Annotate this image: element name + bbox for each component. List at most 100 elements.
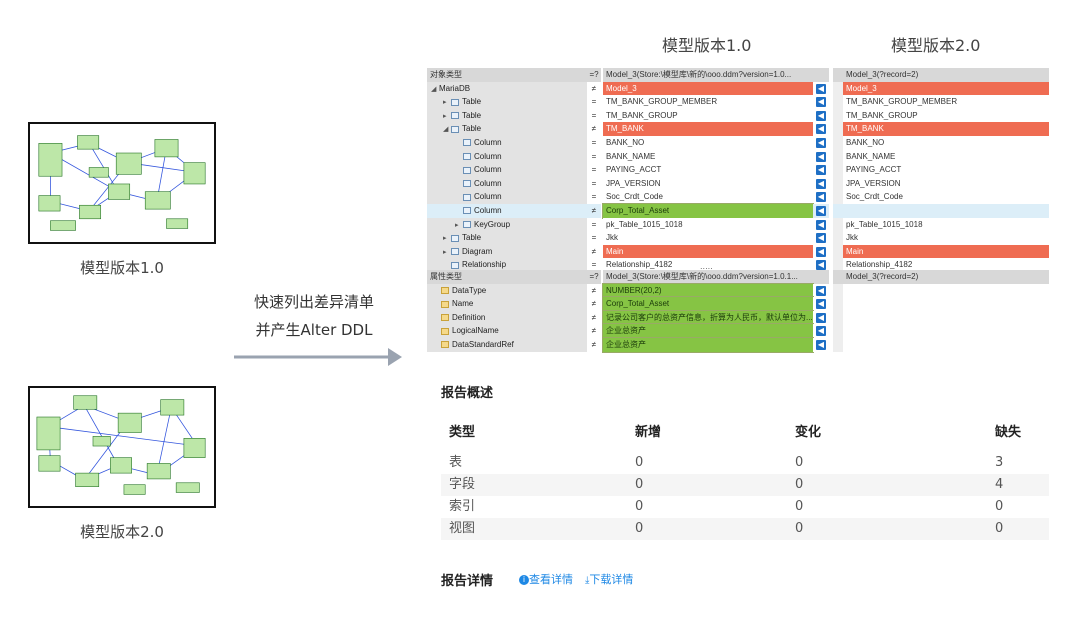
expand-toggle-icon[interactable]: ▸ xyxy=(443,246,451,259)
attribute-row[interactable]: Name ≠ Corp_Total_Asset ◀ xyxy=(427,296,1049,312)
tree-row[interactable]: Column = PAYING_ACCT ◀ PAYING_ACCT xyxy=(427,163,1049,177)
header-type: 对象类型 xyxy=(427,68,587,82)
node-label: Column xyxy=(474,178,502,188)
tree-row[interactable]: ▸ KeyGroup = pk_Table_1015_1018 ◀ pk_Table_10… xyxy=(427,217,1049,232)
header-arrow-col xyxy=(813,68,829,82)
expand-toggle-icon[interactable]: ◢ xyxy=(443,123,451,136)
tree-node[interactable]: ▸ Table xyxy=(427,231,587,245)
attribute-name: Definition xyxy=(427,310,587,325)
property-icon xyxy=(441,327,449,335)
tree-node[interactable]: Column xyxy=(427,136,587,150)
cell-changed: 0 xyxy=(795,499,804,514)
attribute-compare-grid[interactable]: 属性类型 =? Model_3(Store:\模型库\新的\ooo.ddm?vers… xyxy=(427,270,1049,358)
merge-arrow-button[interactable]: ◀ xyxy=(813,310,829,325)
node-label: MariaDB xyxy=(439,83,471,93)
merge-arrow-button[interactable]: ◀ xyxy=(813,283,829,298)
tree-row[interactable]: Column = BANK_NO ◀ BANK_NO xyxy=(427,136,1049,150)
tree-node[interactable]: Column xyxy=(427,163,587,177)
compare-op: = xyxy=(587,149,601,164)
merge-arrow-button[interactable]: ◀ xyxy=(813,297,829,311)
tree-row[interactable]: Column = BANK_NAME ◀ BANK_NAME xyxy=(427,149,1049,164)
attribute-name: DataStandardRef xyxy=(427,338,587,352)
right-value xyxy=(843,338,1049,352)
tree-row[interactable]: ▸ Diagram ≠ Main ◀ Main xyxy=(427,244,1049,259)
report-row-view: 视图 0 0 0 xyxy=(441,518,1049,540)
row-spacer xyxy=(833,163,843,177)
compare-op: ≠ xyxy=(587,244,601,259)
tree-node[interactable]: Column xyxy=(427,176,587,191)
arrow-left-icon: ◀ xyxy=(816,312,826,323)
relationship-icon xyxy=(451,261,459,269)
expand-toggle-icon[interactable]: ▸ xyxy=(443,232,451,245)
flow-arrow-icon xyxy=(234,348,402,366)
left-value: NUMBER(20,2) xyxy=(602,282,814,299)
merge-arrow-button[interactable]: ◀ xyxy=(813,108,829,123)
merge-arrow-button[interactable]: ◀ xyxy=(813,176,829,191)
model-v1-caption: 模型版本1.0 xyxy=(80,259,164,277)
tree-node[interactable]: ▸ Diagram xyxy=(427,244,587,259)
tree-row[interactable]: ◢ MariaDB ≠ Model_3 ◀ Model_3 xyxy=(427,81,1049,96)
report-header-row: 类型 新增 变化 缺失 xyxy=(441,422,1049,444)
column-icon xyxy=(463,193,471,201)
tree-node[interactable]: ◢ MariaDB xyxy=(427,81,587,96)
diagram-icon xyxy=(451,248,459,256)
model-v1-thumbnail xyxy=(28,122,216,244)
compare-op: = xyxy=(587,176,601,191)
expand-toggle-icon[interactable]: ▸ xyxy=(455,219,463,232)
left-value: PAYING_ACCT xyxy=(603,163,813,177)
expand-toggle-icon[interactable]: ▸ xyxy=(443,96,451,109)
tree-node[interactable]: ◢ Table xyxy=(427,122,587,136)
cell-added: 0 xyxy=(635,455,644,470)
view-detail-link[interactable]: i 查看详情 xyxy=(519,571,573,587)
row-spacer xyxy=(833,149,843,164)
compare-op: ≠ xyxy=(587,297,601,311)
tree-node[interactable]: Column xyxy=(427,149,587,164)
compare-op: = xyxy=(587,231,601,245)
left-value: Jkk xyxy=(603,231,813,245)
arrow-left-icon: ◀ xyxy=(816,260,826,271)
merge-arrow-button[interactable]: ◀ xyxy=(813,136,829,150)
merge-arrow-button[interactable]: ◀ xyxy=(813,204,829,218)
merge-arrow-button[interactable]: ◀ xyxy=(813,324,829,338)
tree-row[interactable]: ▸ Table = TM_BANK_GROUP ◀ TM_BANK_GROUP xyxy=(427,108,1049,123)
tree-node[interactable]: ▸ Table xyxy=(427,95,587,109)
merge-arrow-button[interactable]: ◀ xyxy=(813,149,829,164)
keygroup-icon xyxy=(463,220,471,228)
merge-arrow-button[interactable]: ◀ xyxy=(813,122,829,136)
attribute-row[interactable]: Definition ≠ 记录公司客户的总资产信息，折算为人民币，默认单位为... ◀ xyxy=(427,309,1049,326)
tree-row[interactable]: Column ≠ Corp_Total_Asset ◀ xyxy=(427,203,1049,219)
tree-node[interactable]: ▸ Table xyxy=(427,108,587,123)
right-value: TM_BANK_GROUP xyxy=(843,108,1049,123)
compare-op: = xyxy=(587,190,601,204)
tree-row[interactable]: Column = Soc_Crdt_Code ◀ Soc_Crdt_Code xyxy=(427,190,1049,204)
tree-node[interactable]: ▸ KeyGroup xyxy=(427,217,587,232)
merge-arrow-button[interactable]: ◀ xyxy=(813,95,829,109)
compare-op: = xyxy=(587,136,601,150)
attribute-label: DataType xyxy=(452,285,487,295)
cell-added: 0 xyxy=(635,521,644,536)
download-detail-link[interactable]: ⤓下载详情 xyxy=(585,571,633,587)
tree-row[interactable]: ▸ Table = Jkk ◀ Jkk xyxy=(427,231,1049,245)
expand-toggle-icon[interactable]: ◢ xyxy=(431,83,439,96)
left-value: Soc_Crdt_Code xyxy=(603,190,813,204)
attribute-row[interactable]: DataStandardRef ≠ 企业总资产 ◀ xyxy=(427,337,1049,353)
object-compare-grid[interactable]: 对象类型 =? Model_3(Store:\模型库\新的\ooo.ddm?vers… xyxy=(427,68,1049,272)
model-v1-diagram-image xyxy=(38,135,206,231)
tree-row[interactable]: ▸ Table = TM_BANK_GROUP_MEMBER ◀ TM_BANK_GROU… xyxy=(427,95,1049,109)
tree-node[interactable]: Column xyxy=(427,204,587,218)
merge-arrow-button[interactable]: ◀ xyxy=(813,231,829,245)
merge-arrow-button[interactable]: ◀ xyxy=(813,244,829,259)
attribute-row[interactable]: DataType ≠ NUMBER(20,2) ◀ xyxy=(427,282,1049,299)
merge-arrow-button[interactable]: ◀ xyxy=(813,190,829,204)
tree-node[interactable]: Column xyxy=(427,190,587,204)
merge-arrow-button[interactable]: ◀ xyxy=(813,81,829,96)
merge-arrow-button[interactable]: ◀ xyxy=(813,217,829,232)
header-changed: 变化 xyxy=(795,425,822,440)
attribute-row[interactable]: LogicalName ≠ 企业总资产 ◀ xyxy=(427,323,1049,339)
merge-arrow-button[interactable]: ◀ xyxy=(813,338,829,352)
tree-row[interactable]: ◢ Table ≠ TM_BANK ◀ TM_BANK xyxy=(427,122,1049,136)
expand-toggle-icon[interactable]: ▸ xyxy=(443,110,451,123)
tree-row[interactable]: Column = JPA_VERSION ◀ JPA_VERSION xyxy=(427,176,1049,191)
merge-arrow-button[interactable]: ◀ xyxy=(813,163,829,177)
arrow-left-icon: ◀ xyxy=(816,83,826,94)
